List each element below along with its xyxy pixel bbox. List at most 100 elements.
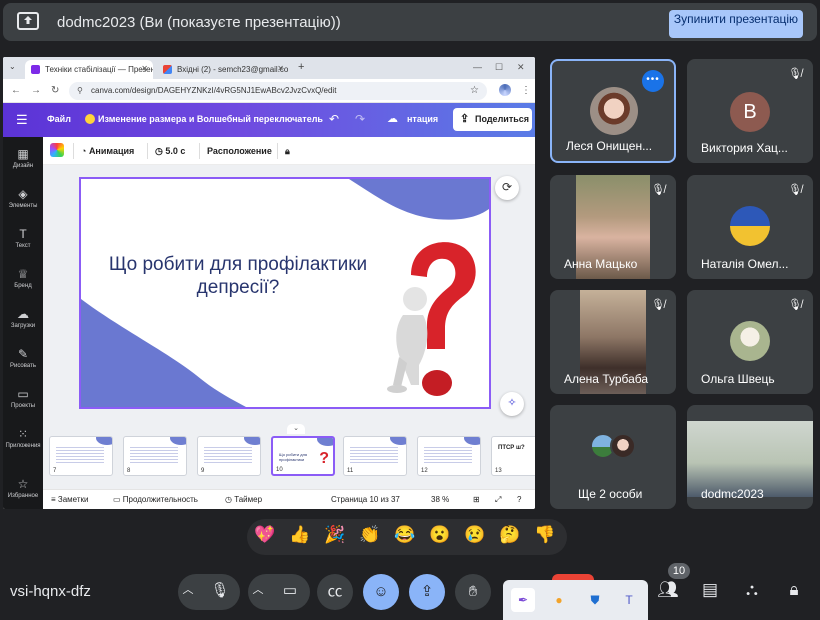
tab-search-icon[interactable]: ⌄	[9, 62, 16, 71]
file-menu[interactable]: Файл	[47, 114, 71, 124]
arrange-button[interactable]: Расположение	[207, 146, 272, 156]
reaction-thinking[interactable]: 🤔	[498, 525, 522, 545]
reaction-thumbs-up[interactable]: 👍	[288, 525, 312, 545]
site-info-icon[interactable]: ⚲	[77, 86, 83, 95]
slide-canvas[interactable]: Що робити для профілактики депресії?	[79, 177, 491, 409]
security-shield-icon[interactable]: ⛊	[583, 588, 607, 612]
participant-tile-overflow[interactable]: Ще 2 особи	[550, 405, 676, 509]
sidebar-item-elements[interactable]: ◈ Элементы	[3, 187, 43, 209]
grid-view-icon[interactable]: ⊞	[473, 495, 480, 504]
slide-thumbnail[interactable]: 12	[417, 436, 481, 476]
raise-hand-icon[interactable]: ✋︎	[455, 574, 491, 610]
sidebar-item-starred[interactable]: ☆ Избранное	[3, 477, 43, 499]
canva-favicon-icon	[31, 65, 40, 74]
sidebar-item-apps[interactable]: ⁙ Приложения	[3, 427, 43, 449]
forward-icon[interactable]: →	[31, 85, 41, 96]
participant-tile[interactable]: 🎙︎̸ Ольга Швець	[687, 290, 813, 394]
pen-app-icon[interactable]: ✒	[511, 588, 535, 612]
reaction-surprised[interactable]: 😮	[428, 525, 452, 545]
play-icon: ▭	[113, 495, 123, 504]
address-bar[interactable]: ⚲ canva.com/design/DAGEHYZNKzI/4vRG5NJ1E…	[69, 82, 487, 100]
duration-status-button[interactable]: ▭ Продолжительность	[113, 495, 198, 504]
browser-menu-icon[interactable]: ⋮	[521, 85, 531, 96]
tab-gmail[interactable]: Вхідні (2) - semch23@gmail.co... ✕	[157, 60, 289, 79]
close-tab-icon[interactable]: ✕	[277, 64, 284, 73]
camera-icon[interactable]: ▭	[272, 581, 308, 599]
participant-tile[interactable]: 🎙︎̸ Анна Мацько	[550, 175, 676, 279]
participant-tile[interactable]: ••• Леся Онищен...	[550, 59, 676, 163]
participant-tile[interactable]: 🎙︎̸ Алена Турбаба	[550, 290, 676, 394]
more-options-icon[interactable]: •••	[642, 70, 664, 92]
minimize-icon[interactable]: —	[473, 62, 482, 72]
microphone-icon[interactable]: 🎙︎	[202, 581, 238, 599]
stop-presenting-button[interactable]: Зупинити презентацію	[669, 10, 803, 38]
reload-icon[interactable]: ↻	[51, 85, 59, 96]
tab-canva[interactable]: Техніки стабілізації — Презен... ✕	[25, 60, 153, 79]
slide-thumbnail-selected[interactable]: Що робити для профілактики ? 10	[271, 436, 335, 476]
camera-options-chevron-icon[interactable]: ︿	[244, 581, 272, 597]
slide-thumbnail[interactable]: ПТСР ш? 13	[491, 436, 535, 476]
close-window-icon[interactable]: ✕	[517, 62, 525, 73]
participant-tile-self[interactable]: dodmc2023	[687, 405, 813, 509]
activities-icon[interactable]: ⛬	[740, 580, 764, 600]
maximize-icon[interactable]: ☐	[495, 62, 503, 73]
folder-icon: ▭	[17, 387, 29, 401]
undo-icon[interactable]: ↶	[329, 112, 339, 126]
sidebar-item-draw[interactable]: ✎ Рисовать	[3, 347, 43, 369]
notes-button[interactable]: ≡ Заметки	[51, 495, 89, 504]
emoji-reactions-icon[interactable]: ☺	[363, 574, 399, 610]
mic-off-icon: 🎙︎̸	[651, 184, 665, 196]
animation-button[interactable]: ◔ Анимация	[81, 146, 134, 156]
sidebar-item-design[interactable]: ▦ Дизайн	[3, 147, 43, 169]
slide-title[interactable]: Що робити для профілактики депресії?	[103, 253, 373, 299]
present-now-icon[interactable]: ⇪	[409, 574, 445, 610]
slide-thumbnail[interactable]: 11	[343, 436, 407, 476]
redo-icon[interactable]: ↷	[355, 112, 365, 126]
sidebar-item-brand[interactable]: ♕ Бренд	[3, 267, 43, 289]
sidebar-item-uploads[interactable]: ☁ Загрузки	[3, 307, 43, 329]
slide-thumbnail[interactable]: 9	[197, 436, 261, 476]
bookmark-star-icon[interactable]: ☆	[470, 85, 479, 96]
canva-editor-toolbar: ◔ Анимация ◷ 5.0 с Расположение 🔒︎	[43, 137, 535, 165]
regenerate-icon[interactable]: ⟳	[495, 176, 519, 200]
reaction-clap[interactable]: 👏	[358, 525, 382, 545]
collapse-chevron-icon[interactable]: ⌄	[287, 424, 305, 434]
color-picker-icon[interactable]	[50, 143, 64, 157]
sidebar-item-projects[interactable]: ▭ Проекты	[3, 387, 43, 409]
help-icon[interactable]: ?	[517, 495, 521, 504]
timer-button[interactable]: ◷ Таймер	[225, 495, 262, 504]
back-icon[interactable]: ←	[11, 85, 21, 96]
participant-tile[interactable]: 🎙︎̸ Наталія Омел...	[687, 175, 813, 279]
slide-thumbnail[interactable]: 8	[123, 436, 187, 476]
reaction-heart[interactable]: 💖	[253, 525, 277, 545]
reaction-party[interactable]: 🎉	[323, 525, 347, 545]
hamburger-menu-icon[interactable]: ☰	[16, 112, 28, 128]
magic-sparkle-icon[interactable]: ✧	[500, 392, 524, 416]
text-icon: T	[19, 227, 27, 241]
question-mark-icon: ?	[319, 450, 329, 467]
lock-icon[interactable]: 🔒︎	[285, 146, 290, 157]
profile-avatar[interactable]	[499, 84, 511, 96]
teams-app-icon[interactable]: T	[617, 588, 641, 612]
host-controls-icon[interactable]: 🔒︎	[782, 580, 806, 600]
captions-icon[interactable]: ㏄	[317, 574, 353, 610]
chat-icon[interactable]: ▤	[698, 580, 722, 600]
present-screen-icon	[17, 12, 39, 30]
zoom-level[interactable]: 38 %	[431, 495, 449, 504]
people-icon[interactable]: 👥︎	[656, 580, 680, 600]
close-tab-icon[interactable]: ✕	[141, 64, 148, 73]
reaction-sad[interactable]: 😢	[463, 525, 487, 545]
new-tab-icon[interactable]: +	[298, 61, 304, 73]
reaction-thumbs-down[interactable]: 👎	[533, 525, 557, 545]
browser-app-icon[interactable]: ●	[547, 588, 571, 612]
fullscreen-icon[interactable]: ⤢	[495, 495, 501, 505]
participant-tile[interactable]: В 🎙︎̸ Виктория Хац...	[687, 59, 813, 163]
sidebar-item-text[interactable]: T Текст	[3, 227, 43, 249]
present-button[interactable]: нтация	[407, 114, 438, 124]
slide-thumbnail[interactable]: 7	[49, 436, 113, 476]
reaction-laugh[interactable]: 😂	[393, 525, 417, 545]
share-button[interactable]: ⇪ Поделиться	[453, 108, 532, 131]
duration-button[interactable]: ◷ 5.0 с	[155, 146, 185, 157]
mic-options-chevron-icon[interactable]: ︿	[174, 581, 202, 597]
resize-magic-switch[interactable]: Изменение размера и Волшебный переключат…	[85, 114, 323, 124]
